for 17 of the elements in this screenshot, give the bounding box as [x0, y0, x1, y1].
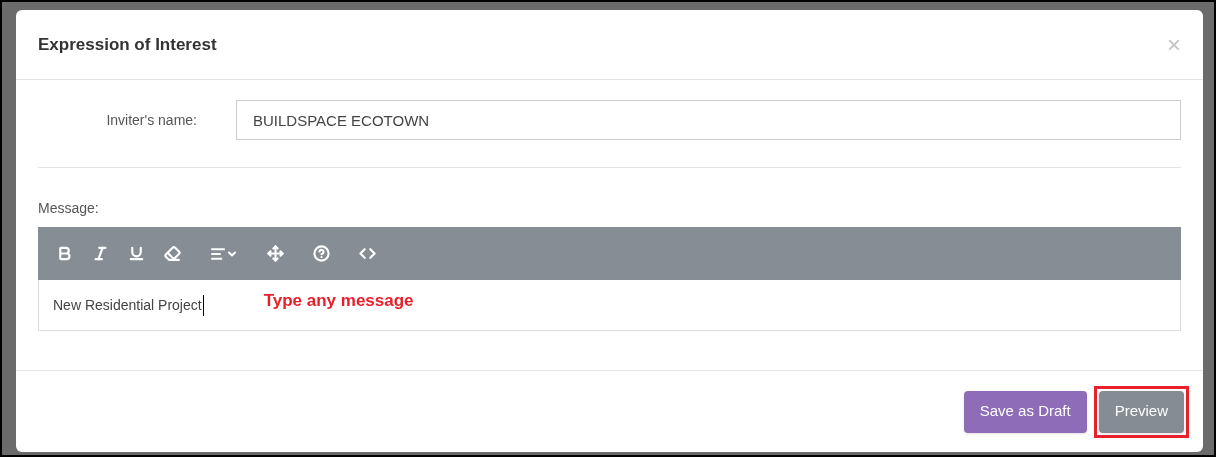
save-draft-button[interactable]: Save as Draft: [963, 390, 1087, 433]
underline-icon[interactable]: [128, 245, 145, 262]
annotation-text: Type any message: [263, 290, 414, 313]
dialog-title: Expression of Interest: [38, 33, 217, 56]
inviter-label: Inviter's name:: [105, 110, 198, 130]
move-icon[interactable]: [267, 245, 284, 262]
align-dropdown-icon[interactable]: [210, 245, 238, 262]
preview-button[interactable]: Preview: [1098, 390, 1184, 433]
message-editor[interactable]: New Residential Project Type any message: [38, 280, 1181, 331]
eraser-icon[interactable]: [164, 245, 181, 262]
message-text: New Residential Project: [53, 294, 204, 316]
code-icon[interactable]: [359, 245, 376, 262]
bold-icon[interactable]: [56, 245, 73, 262]
help-icon[interactable]: [313, 245, 330, 262]
inviter-name-field[interactable]: BUILDSPACE ECOTOWN: [236, 100, 1181, 140]
italic-icon[interactable]: [92, 245, 109, 262]
message-label: Message:: [38, 199, 100, 218]
